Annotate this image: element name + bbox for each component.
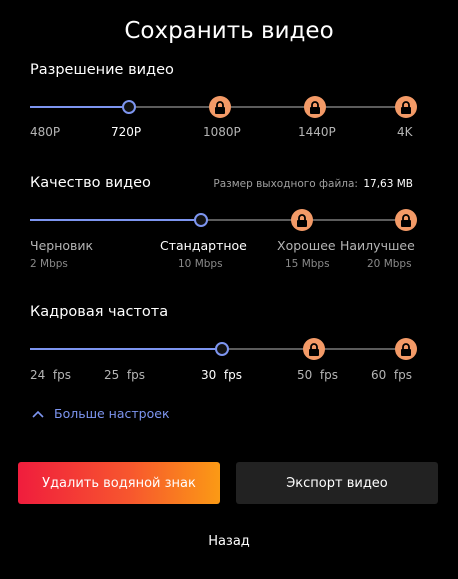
lock-icon <box>395 338 417 360</box>
more-settings-toggle[interactable]: Больше настроек <box>32 406 170 421</box>
quality-option-best-rate: 20 Mbps <box>367 258 412 270</box>
quality-option-standard[interactable]: Стандартное <box>160 238 247 253</box>
resolution-label: Разрешение видео <box>30 62 174 78</box>
lock-icon <box>209 96 231 118</box>
framerate-track-fill <box>30 348 222 350</box>
quality-label: Качество видео <box>30 175 151 191</box>
quality-option-good-rate: 15 Mbps <box>285 258 330 270</box>
resolution-option-720p[interactable]: 720P <box>111 125 141 139</box>
output-file-size: Размер выходного файла: 17,63 MB <box>213 178 413 190</box>
framerate-option-50[interactable]: 50 fps <box>297 368 338 382</box>
export-video-button[interactable]: Экспорт видео <box>236 462 438 504</box>
framerate-label: Кадровая частота <box>30 304 169 320</box>
resolution-track <box>129 106 406 108</box>
framerate-option-30[interactable]: 30 fps <box>201 368 242 382</box>
framerate-slider-thumb[interactable] <box>215 342 229 356</box>
quality-option-good[interactable]: Хорошее <box>277 238 336 253</box>
lock-icon <box>304 96 326 118</box>
back-button[interactable]: Назад <box>0 534 458 549</box>
output-file-size-value: 17,63 MB <box>363 178 413 190</box>
more-settings-label: Больше настроек <box>54 406 170 421</box>
quality-option-best[interactable]: Наилучшее <box>340 238 415 253</box>
framerate-option-24[interactable]: 24 fps <box>30 368 71 382</box>
resolution-option-480p[interactable]: 480P <box>30 125 60 139</box>
resolution-option-1080p[interactable]: 1080P <box>203 125 241 139</box>
framerate-option-60[interactable]: 60 fps <box>371 368 412 382</box>
quality-slider-thumb[interactable] <box>194 213 208 227</box>
quality-option-standard-rate: 10 Mbps <box>178 258 223 270</box>
resolution-option-1440p[interactable]: 1440P <box>298 125 336 139</box>
quality-track-fill <box>30 219 201 221</box>
resolution-slider-thumb[interactable] <box>122 100 136 114</box>
resolution-option-4k[interactable]: 4K <box>397 125 413 139</box>
framerate-option-25[interactable]: 25 fps <box>104 368 145 382</box>
quality-option-draft[interactable]: Черновик <box>30 238 93 253</box>
resolution-track-fill <box>30 106 129 108</box>
lock-icon <box>303 338 325 360</box>
chevron-up-icon <box>32 410 44 418</box>
lock-icon <box>395 96 417 118</box>
lock-icon <box>395 209 417 231</box>
quality-option-draft-rate: 2 Mbps <box>30 258 68 270</box>
lock-icon <box>291 209 313 231</box>
remove-watermark-button[interactable]: Удалить водяной знак <box>18 462 220 504</box>
output-file-size-label: Размер выходного файла: <box>213 178 358 190</box>
dialog-title: Сохранить видео <box>124 18 334 44</box>
